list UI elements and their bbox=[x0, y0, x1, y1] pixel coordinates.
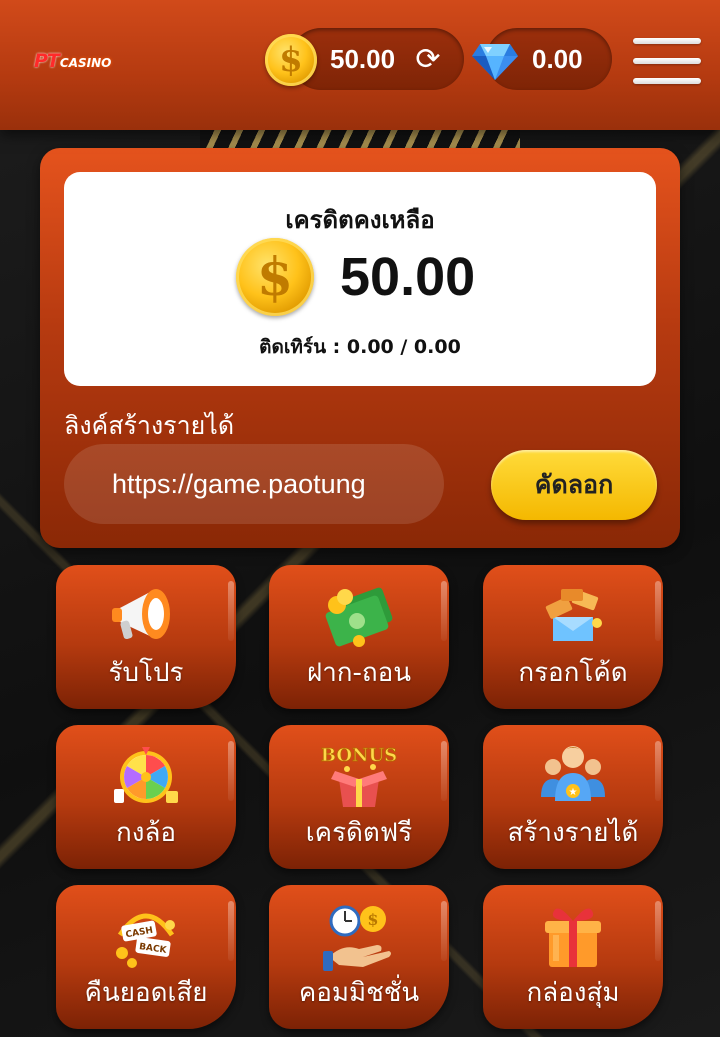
svg-text:★: ★ bbox=[569, 787, 578, 798]
team-people-icon: ★ bbox=[541, 746, 605, 801]
megaphone-icon bbox=[112, 589, 170, 640]
logo-sub-text: CASINO bbox=[59, 56, 112, 70]
refresh-icon[interactable]: ⟳ bbox=[412, 44, 444, 76]
turnover-status: ติดเทิร์น : 0.00 / 0.00 bbox=[259, 336, 461, 358]
gift-box-icon bbox=[545, 908, 601, 967]
menu-tile-label: กรอกโค้ด bbox=[518, 658, 628, 688]
referral-link-input[interactable] bbox=[64, 444, 444, 524]
coupon-envelope-icon bbox=[545, 589, 602, 641]
menu-tile-enter-code[interactable]: กรอกโค้ด bbox=[483, 565, 663, 709]
diamond-icon bbox=[472, 44, 518, 80]
balance-label: เครดิตคงเหลือ bbox=[285, 206, 435, 234]
menu-tile-promotion[interactable]: รับโปร bbox=[56, 565, 236, 709]
cashback-icon: CASH BACK bbox=[116, 913, 175, 968]
gem-balance-value: 0.00 bbox=[532, 43, 583, 74]
menu-tile-deposit-withdraw[interactable]: ฝาก-ถอน bbox=[269, 565, 449, 709]
menu-tile-random-box[interactable]: กล่องสุ่ม bbox=[483, 885, 663, 1029]
copy-link-button[interactable]: คัดลอก bbox=[491, 450, 657, 520]
menu-tile-label: คอมมิชชั่น bbox=[298, 978, 420, 1008]
top-header: PT CASINO 50.00 $ ⟳ 0.00 bbox=[0, 0, 720, 130]
cash-money-icon bbox=[325, 587, 393, 647]
lucky-wheel-icon bbox=[114, 747, 178, 803]
balance-value: 50.00 bbox=[340, 247, 476, 307]
balance-panel: เครดิตคงเหลือ $ 50.00 ติดเทิร์น : 0.00 /… bbox=[64, 172, 656, 386]
menu-tile-free-credit[interactable]: BONUS เครดิตฟรี bbox=[269, 725, 449, 869]
menu-tile-label: เครดิตฟรี bbox=[305, 818, 413, 848]
coin-icon: $ bbox=[265, 34, 317, 86]
menu-tile-label: คืนยอดเสีย bbox=[84, 978, 208, 1008]
menu-tile-label: ฝาก-ถอน bbox=[306, 658, 412, 688]
svg-text:$: $ bbox=[367, 910, 378, 929]
menu-tile-cashback[interactable]: CASH BACK คืนยอดเสีย bbox=[56, 885, 236, 1029]
referral-link-label: ลิงค์สร้างรายได้ bbox=[64, 411, 235, 440]
menu-tile-earn-income[interactable]: ★ สร้างรายได้ bbox=[483, 725, 663, 869]
hamburger-menu-icon[interactable] bbox=[633, 38, 701, 84]
menu-tile-label: รับโปร bbox=[108, 658, 184, 688]
pt-casino-logo[interactable]: PT CASINO bbox=[34, 48, 111, 72]
svg-text:BONUS: BONUS bbox=[321, 745, 397, 766]
menu-tile-commission[interactable]: $ คอมมิชชั่น bbox=[269, 885, 449, 1029]
bonus-box-icon: BONUS bbox=[320, 745, 398, 807]
menu-tile-lucky-wheel[interactable]: กงล้อ bbox=[56, 725, 236, 869]
menu-tile-label: สร้างรายได้ bbox=[507, 818, 639, 848]
commission-hand-icon: $ bbox=[323, 905, 391, 971]
menu-tile-label: กล่องสุ่ม bbox=[526, 978, 620, 1008]
balance-card: เครดิตคงเหลือ $ 50.00 ติดเทิร์น : 0.00 /… bbox=[40, 148, 680, 548]
coin-balance-value: 50.00 bbox=[330, 43, 396, 74]
coin-icon: $ bbox=[236, 238, 314, 316]
logo-main-text: PT bbox=[34, 50, 60, 72]
menu-tile-label: กงล้อ bbox=[116, 818, 176, 848]
